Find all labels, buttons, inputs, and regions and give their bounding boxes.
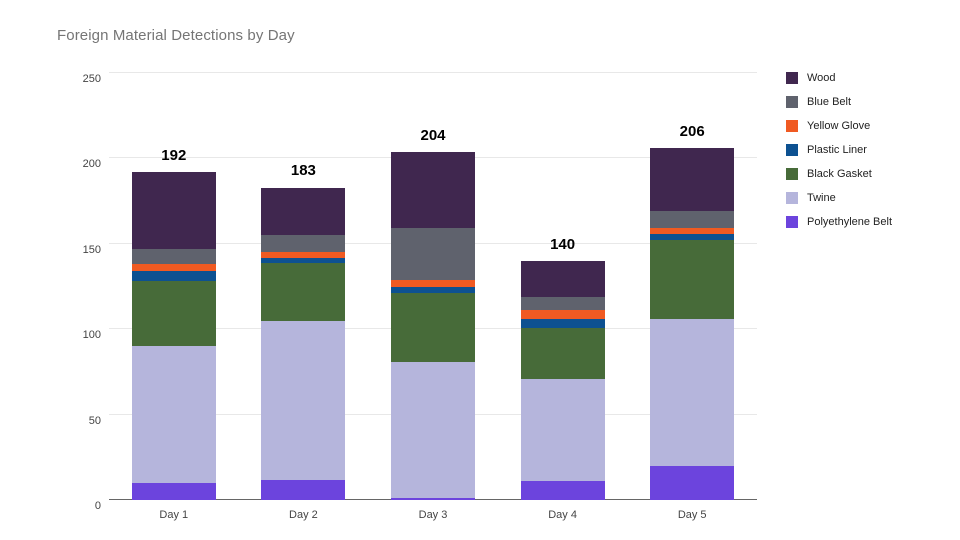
bar-segment[interactable] bbox=[131, 264, 216, 272]
legend-item-label: Wood bbox=[807, 72, 836, 84]
legend-swatch-blue-belt-icon bbox=[786, 96, 798, 108]
legend-item-label: Black Gasket bbox=[807, 168, 872, 180]
bar-segment[interactable] bbox=[131, 281, 216, 347]
gridline bbox=[109, 72, 757, 73]
x-axis-tick-label: Day 2 bbox=[289, 509, 318, 521]
bar-segment[interactable] bbox=[131, 346, 216, 483]
x-axis-tick-label: Day 1 bbox=[159, 509, 189, 521]
legend-item-label: Polyethylene Belt bbox=[807, 216, 892, 228]
y-axis: 0 50 100 150 200 250 bbox=[82, 73, 101, 512]
bar-total-label: 183 bbox=[290, 162, 316, 180]
bar-segment[interactable] bbox=[131, 248, 216, 265]
bar-segment[interactable] bbox=[261, 479, 346, 500]
bar-segment[interactable] bbox=[520, 310, 605, 319]
bar-segment[interactable] bbox=[650, 240, 735, 319]
bar-segment[interactable] bbox=[520, 296, 605, 311]
bar-segment[interactable] bbox=[520, 327, 605, 379]
chart-container: Foreign Material Detections by Day 0 50 10… bbox=[0, 0, 960, 540]
bar-total-label: 140 bbox=[550, 235, 576, 253]
legend-item[interactable]: Plastic Liner bbox=[786, 138, 954, 162]
bar-total-label: 206 bbox=[679, 123, 705, 141]
chart-legend: Wood Blue Belt Yellow Glove Plastic Liner Bl… bbox=[786, 66, 954, 234]
bar-total-label: 192 bbox=[161, 147, 187, 165]
bar-segment[interactable] bbox=[650, 211, 735, 229]
x-axis-tick-label: Day 4 bbox=[548, 509, 577, 521]
bar-segment[interactable] bbox=[520, 260, 605, 297]
bar-segment[interactable] bbox=[261, 262, 346, 321]
bar-segment[interactable] bbox=[391, 279, 475, 287]
bar-stack[interactable] bbox=[391, 151, 475, 500]
legend-item[interactable]: Wood bbox=[786, 66, 954, 90]
bar-segment[interactable] bbox=[520, 378, 605, 482]
bar-segment[interactable] bbox=[391, 286, 475, 294]
chart-title: Foreign Material Detections by Day bbox=[57, 27, 295, 44]
bar-stack[interactable] bbox=[131, 172, 216, 500]
bar-segment[interactable] bbox=[391, 498, 475, 500]
legend-item[interactable]: Black Gasket bbox=[786, 162, 954, 186]
legend-swatch-plastic-liner-icon bbox=[786, 144, 798, 156]
bar-segment[interactable] bbox=[520, 318, 605, 328]
bar-segment[interactable] bbox=[261, 320, 346, 480]
bar-total-label: 204 bbox=[420, 126, 446, 144]
legend-swatch-polyethylene-belt-icon bbox=[786, 216, 798, 228]
bar-segment[interactable] bbox=[650, 148, 735, 212]
x-axis-tick-label: Day 3 bbox=[418, 509, 448, 521]
legend-swatch-wood-icon bbox=[786, 72, 798, 84]
x-axis-tick-label: Day 5 bbox=[677, 509, 707, 521]
bar-segment[interactable] bbox=[261, 235, 346, 253]
legend-item[interactable]: Blue Belt bbox=[786, 90, 954, 114]
bar-segment[interactable] bbox=[131, 271, 216, 282]
legend-swatch-twine-icon bbox=[786, 192, 798, 204]
bar-segment[interactable] bbox=[131, 172, 216, 249]
bar-segment[interactable] bbox=[261, 187, 346, 236]
bar-stack[interactable] bbox=[650, 148, 735, 500]
bar-segment[interactable] bbox=[650, 233, 735, 241]
bar-stack[interactable] bbox=[520, 260, 605, 500]
bar-segment[interactable] bbox=[650, 318, 735, 466]
bar-segment[interactable] bbox=[391, 228, 475, 280]
bar-stack[interactable] bbox=[261, 187, 346, 500]
bar-segment[interactable] bbox=[391, 151, 475, 229]
bar-segment[interactable] bbox=[520, 481, 605, 500]
legend-item[interactable]: Polyethylene Belt bbox=[786, 210, 954, 234]
bar-segment[interactable] bbox=[391, 293, 475, 362]
plot-area: 192 183 204 140 206 bbox=[109, 72, 757, 500]
legend-item-label: Plastic Liner bbox=[807, 144, 867, 156]
bar-segment[interactable] bbox=[391, 361, 475, 499]
x-axis: Day 1 Day 2 Day 3 Day 4 Day 5 bbox=[109, 505, 757, 529]
legend-item-label: Yellow Glove bbox=[807, 120, 871, 132]
legend-item-label: Blue Belt bbox=[807, 96, 852, 108]
bar-segment[interactable] bbox=[650, 465, 735, 500]
legend-swatch-yellow-glove-icon bbox=[786, 120, 798, 132]
bar-segment[interactable] bbox=[131, 482, 216, 500]
legend-swatch-black-gasket-icon bbox=[786, 168, 798, 180]
legend-item[interactable]: Yellow Glove bbox=[786, 114, 954, 138]
legend-item-label: Twine bbox=[807, 192, 836, 204]
legend-item[interactable]: Twine bbox=[786, 186, 954, 210]
